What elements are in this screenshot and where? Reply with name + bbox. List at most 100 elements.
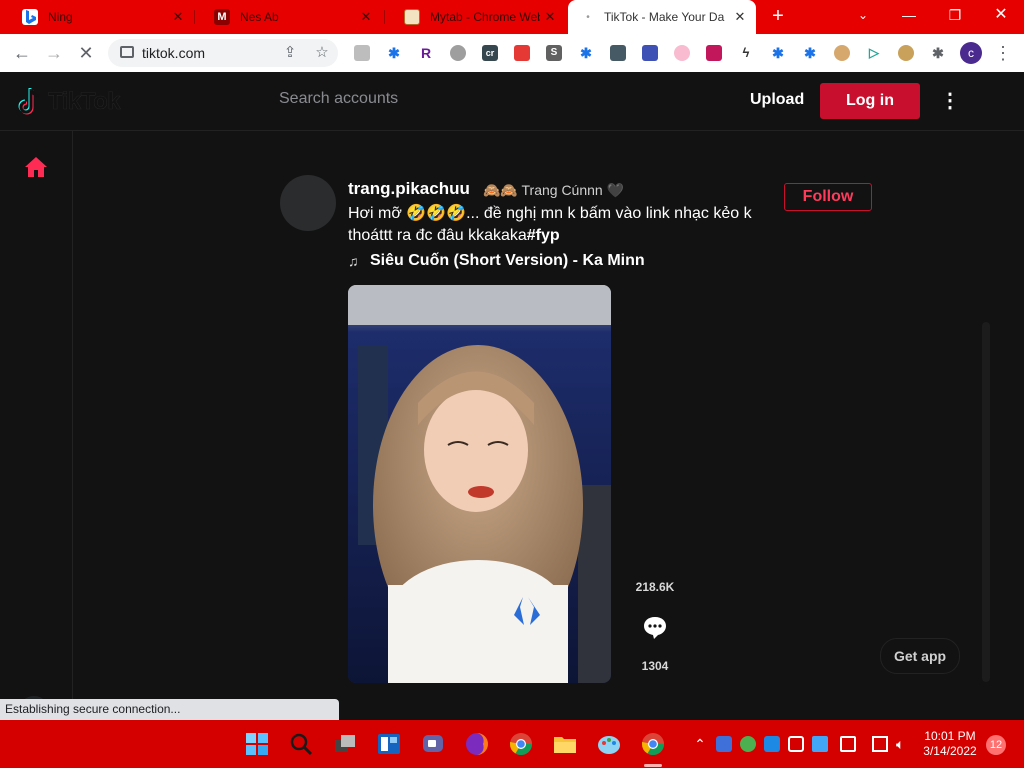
search-icon[interactable] (287, 730, 315, 758)
play-extension-icon[interactable]: ▷ (866, 45, 882, 61)
keyboard-icon[interactable] (840, 736, 856, 752)
s-extension-icon[interactable]: S (546, 45, 562, 61)
chrome-active-icon[interactable] (639, 730, 667, 758)
clock-time: 10:01 PM (924, 729, 976, 743)
volume-icon[interactable]: 🔈︎ (896, 736, 912, 752)
address-bar[interactable]: tiktok.com (108, 39, 338, 67)
close-window-button[interactable]: ✕ (978, 0, 1024, 30)
cr-extension-icon[interactable]: cr (482, 45, 498, 61)
security-tray-icon[interactable] (764, 736, 780, 752)
defender-icon[interactable] (716, 736, 732, 752)
comment-count: 1304 (641, 659, 669, 673)
tab-ning[interactable]: Ning ✕ (4, 0, 194, 34)
chevron-up-icon[interactable]: ⌃ (692, 736, 708, 752)
image-extension-icon[interactable] (706, 45, 722, 61)
camera-tray-icon[interactable] (788, 736, 804, 752)
login-button[interactable]: Log in (820, 83, 920, 119)
puzzle-extension-icon[interactable]: ✱ (578, 45, 594, 61)
tiktok-note-icon (18, 87, 44, 117)
profile-avatar[interactable]: c (960, 42, 982, 64)
doge-extension-icon[interactable] (834, 45, 850, 61)
tab-search-icon[interactable]: ⌄ (840, 0, 886, 30)
display-icon[interactable] (872, 736, 888, 752)
status-bar: Establishing secure connection... (0, 699, 339, 720)
restore-button[interactable]: ❐ (932, 0, 978, 30)
bing-icon (22, 9, 38, 25)
share-icon[interactable]: ⇪ (281, 44, 299, 62)
music-note-icon: ♫ (348, 253, 359, 269)
post-caption: Hơi mỡ 🤣🤣🤣... đề nghị mn k bấm vào link … (348, 203, 768, 247)
task-view-icon[interactable] (331, 730, 359, 758)
browser-menu-icon[interactable]: ⋮ (994, 43, 1012, 63)
tiktok-logo[interactable]: TikTok (18, 85, 121, 119)
extension-icon[interactable] (514, 45, 530, 61)
forward-button[interactable]: → (42, 41, 66, 65)
close-icon[interactable]: ✕ (356, 9, 376, 25)
active-app-indicator (644, 764, 662, 767)
new-tab-button[interactable]: + (767, 5, 789, 27)
tab-title: Nes Ab (240, 10, 279, 24)
close-icon[interactable]: ✕ (730, 9, 750, 25)
extension-icon[interactable] (898, 45, 914, 61)
firefox-icon[interactable] (463, 730, 491, 758)
extensions-menu-icon[interactable]: ✱ (930, 45, 946, 61)
file-explorer-icon[interactable] (551, 730, 579, 758)
extension-icon[interactable] (450, 45, 466, 61)
clock[interactable]: 10:01 PM 3/14/2022 (920, 729, 980, 759)
comment-icon[interactable] (640, 612, 670, 642)
loading-icon: • (586, 11, 590, 23)
r-extension-icon[interactable]: R (418, 45, 434, 61)
tiktok-wordmark: TikTok (48, 88, 121, 115)
mail-tray-icon[interactable] (812, 736, 828, 752)
paint-icon[interactable] (595, 730, 623, 758)
music-title: Siêu Cuốn (Short Version) - Ka Minn (370, 252, 645, 269)
minimize-button[interactable]: — (886, 0, 932, 30)
close-icon[interactable]: ✕ (540, 9, 560, 25)
hashtag-link[interactable]: #fyp (527, 227, 560, 244)
mytab-icon (404, 9, 420, 25)
tiktok-header: TikTok Search accounts Upload Log in ⋮ (0, 72, 1024, 131)
tab-strip: Ning ✕ M Nes Ab ✕ Mytab - Chrome Web ✕ •… (0, 0, 1024, 34)
home-icon[interactable] (24, 155, 48, 179)
post-username[interactable]: trang.pikachuu (348, 179, 470, 199)
tab-mytab[interactable]: Mytab - Chrome Web ✕ (386, 0, 566, 34)
extension-icon[interactable] (354, 45, 370, 61)
extension-icon[interactable] (674, 45, 690, 61)
search-input[interactable]: Search accounts (279, 90, 398, 108)
tab-title: Mytab - Chrome Web (430, 10, 540, 24)
start-icon[interactable] (243, 730, 271, 758)
gmail-icon: M (214, 9, 230, 25)
widgets-icon[interactable] (375, 730, 403, 758)
teams-chat-icon[interactable] (419, 730, 447, 758)
follow-button[interactable]: Follow (784, 183, 872, 211)
get-app-button[interactable]: Get app (880, 638, 960, 674)
tab-nes-ab[interactable]: M Nes Ab ✕ (196, 0, 382, 34)
stop-button[interactable]: ✕ (74, 41, 98, 65)
chrome-icon[interactable] (507, 730, 535, 758)
chrome-tray-icon[interactable] (740, 736, 756, 752)
browser-toolbar: ← → ✕ tiktok.com ⇪ ☆ ✱ R cr S ✱ ϟ ✱ ✱ ▷ … (0, 34, 1024, 73)
upload-button[interactable]: Upload (750, 91, 804, 109)
bookmark-star-icon[interactable]: ☆ (313, 44, 331, 62)
puzzle-extension-icon[interactable]: ✱ (386, 45, 402, 61)
more-options-icon[interactable]: ⋮ (940, 89, 960, 113)
scrollbar[interactable] (982, 322, 990, 682)
tab-tiktok[interactable]: • TikTok - Make Your Da ✕ (568, 0, 756, 34)
post-nickname: 🙈🙈 Trang Cúnnn 🖤 (483, 182, 625, 198)
notification-badge[interactable]: 12 (986, 735, 1006, 755)
lock-icon (120, 46, 134, 58)
puzzle-extension-icon[interactable]: ✱ (802, 45, 818, 61)
back-button[interactable]: ← (10, 41, 34, 65)
extension-icon[interactable] (642, 45, 658, 61)
clock-date: 3/14/2022 (923, 744, 977, 758)
music-link[interactable]: ♫ Siêu Cuốn (Short Version) - Ka Minn (348, 252, 645, 270)
url-text: tiktok.com (142, 45, 206, 61)
extension-icon[interactable]: ϟ (738, 45, 754, 61)
avatar[interactable] (280, 175, 336, 231)
tiktok-page: TikTok Search accounts Upload Log in ⋮ t… (0, 72, 1024, 720)
extension-icon[interactable] (610, 45, 626, 61)
sidebar (0, 131, 73, 720)
close-icon[interactable]: ✕ (168, 9, 188, 25)
puzzle-extension-icon[interactable]: ✱ (770, 45, 786, 61)
video-player[interactable] (348, 285, 611, 683)
